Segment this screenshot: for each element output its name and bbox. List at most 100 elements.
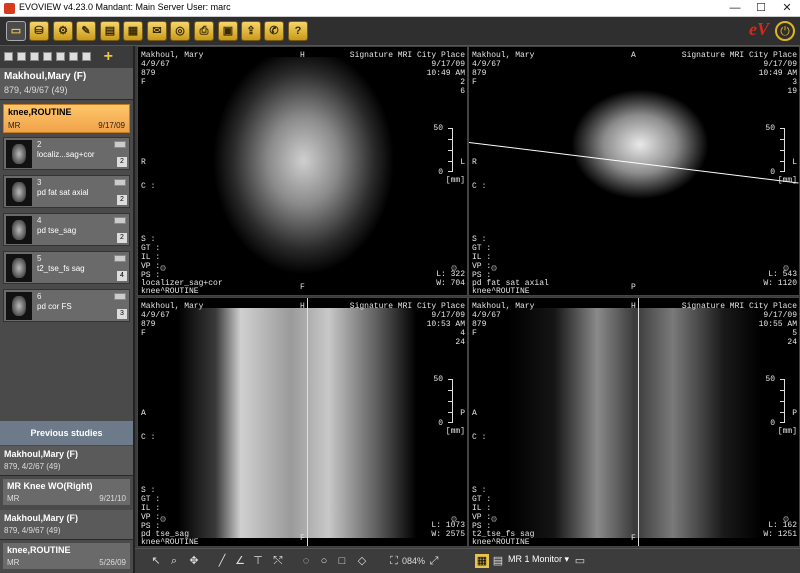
- monitor-select[interactable]: MR 1 Monitor ▾: [508, 554, 569, 565]
- maximize-button[interactable]: ☐: [748, 0, 774, 16]
- previous-study[interactable]: MR Knee WO(Right) MR 9/21/10: [3, 479, 130, 505]
- series-item[interactable]: 5 t2_tse_fs sag 4: [3, 251, 130, 284]
- gear-icon[interactable]: ⚙: [491, 265, 497, 275]
- overlay-gt: GT :: [472, 495, 492, 504]
- previous-patient-name: Makhoul,Mary (F): [4, 513, 79, 523]
- patient-info: 879, 4/9/67 (49): [4, 85, 68, 95]
- viewport-3[interactable]: Makhoul, Mary 4/9/67 879 F H F A C : Signature M…: [137, 297, 468, 547]
- viewport-2[interactable]: Makhoul, Mary 4/9/67 879 F A P R C : Signature M…: [468, 46, 800, 296]
- gear-icon[interactable]: ⚙: [160, 516, 166, 526]
- study-date: 9/17/09: [98, 121, 125, 130]
- viewer-icon[interactable]: ▭: [6, 21, 26, 41]
- gear-icon[interactable]: ⚙: [160, 265, 166, 275]
- patient-header[interactable]: Makhoul,Mary (F) 879, 4/9/67 (49): [0, 68, 133, 100]
- fullscreen-icon[interactable]: ⤢: [427, 554, 441, 568]
- overlay-image-number: 24: [455, 338, 465, 347]
- film-icon[interactable]: ▣: [218, 21, 238, 41]
- patient-name: Makhoul,Mary (F): [4, 71, 87, 82]
- layout-custom-icon[interactable]: [82, 52, 91, 61]
- gear-icon[interactable]: ⚙: [451, 265, 457, 275]
- print-icon[interactable]: ⎙: [194, 21, 214, 41]
- help-icon-glyph: ?: [294, 25, 302, 37]
- overlay-time: 10:53 AM: [426, 320, 465, 329]
- overlay-image-number: 19: [787, 87, 797, 96]
- scale-bottom-label: 0: [438, 419, 443, 428]
- gear-icon[interactable]: ⚙: [491, 516, 497, 526]
- overlay-sex: F: [141, 78, 146, 87]
- layout-1x1-icon[interactable]: [4, 52, 13, 61]
- overlay-sex: F: [472, 78, 477, 87]
- series-thumbnail: [6, 178, 32, 206]
- freehand-icon[interactable]: ◌: [299, 554, 313, 568]
- layout-1x2-icon[interactable]: [17, 52, 26, 61]
- stack-icon[interactable]: ▤: [491, 554, 505, 568]
- gear-icon[interactable]: ⚙: [783, 516, 789, 526]
- orientation-right: P: [460, 409, 465, 418]
- pan-icon[interactable]: ✥: [187, 554, 201, 568]
- help-icon[interactable]: ?: [288, 21, 308, 41]
- previous-study[interactable]: knee,ROUTINE MR 5/26/09: [3, 543, 130, 569]
- fit-icon[interactable]: ⛶: [387, 554, 401, 568]
- database-icon[interactable]: ⛁: [29, 21, 49, 41]
- overlay-date: 9/17/09: [763, 311, 797, 320]
- layout-4x4-icon[interactable]: [69, 52, 78, 61]
- add-icon[interactable]: +: [104, 48, 113, 66]
- close-button[interactable]: ✕: [774, 0, 800, 16]
- overlay-date: 9/17/09: [763, 60, 797, 69]
- layout-2x3-icon[interactable]: [43, 52, 52, 61]
- current-study[interactable]: knee,ROUTINE MR 9/17/09: [3, 104, 130, 133]
- title-bar: EVOVIEW v4.23.0 Mandant: Main Server Use…: [0, 0, 800, 17]
- report-icon[interactable]: ▦: [123, 21, 143, 41]
- minimize-button[interactable]: —: [722, 0, 748, 16]
- overlay-gt: GT :: [141, 495, 161, 504]
- arrow-icon[interactable]: ⤲: [271, 554, 285, 568]
- layout-3x3-icon[interactable]: [56, 52, 65, 61]
- overlay-dob: 4/9/67: [141, 60, 170, 69]
- orientation-right: L: [792, 158, 797, 167]
- overlay-patient-name: Makhoul, Mary: [472, 302, 535, 311]
- overlay-il: IL :: [472, 253, 492, 262]
- series-item[interactable]: 4 pd tse_sag 2: [3, 213, 130, 246]
- grid-layout-icon[interactable]: ▦: [475, 554, 489, 568]
- overlay-study-name: knee^ROUTINE: [141, 538, 199, 547]
- clipboard-icon[interactable]: ▤: [100, 21, 120, 41]
- pointer-icon[interactable]: ↖: [149, 554, 163, 568]
- zoom-icon[interactable]: ⌕: [167, 554, 181, 568]
- text-icon[interactable]: ⊤: [251, 554, 265, 568]
- settings-icon[interactable]: ⚙: [53, 21, 73, 41]
- cd-icon[interactable]: ◎: [170, 21, 190, 41]
- series-item[interactable]: 2 localiz...sag+cor 2: [3, 137, 130, 170]
- previous-study-block: Makhoul,Mary (F) 879, 4/2/67 (49) MR Knee …: [0, 446, 133, 508]
- overlay-sex: F: [472, 329, 477, 338]
- send-icon[interactable]: ✉: [147, 21, 167, 41]
- export-icon[interactable]: ⇪: [241, 21, 261, 41]
- rectangle-icon[interactable]: □: [335, 554, 349, 568]
- layout-2x2-icon[interactable]: [30, 52, 39, 61]
- overlay-date: 9/17/09: [431, 60, 465, 69]
- series-preview-icon: [114, 217, 126, 224]
- overlay-vp: VP :: [472, 262, 492, 271]
- layout-bar: +: [0, 46, 133, 68]
- viewport-4[interactable]: Makhoul, Mary 4/9/67 879 F H F A C : Signature M…: [468, 297, 800, 547]
- viewport-1[interactable]: Makhoul, Mary 4/9/67 879 F H F R C : Signature M…: [137, 46, 468, 296]
- scale-bar: [448, 379, 453, 423]
- previous-studies-header: Previous studies: [0, 421, 133, 445]
- ellipse-icon[interactable]: ○: [317, 554, 331, 568]
- previous-patient[interactable]: Makhoul,Mary (F) 879, 4/2/67 (49): [0, 446, 133, 476]
- power-button[interactable]: ⏻: [775, 21, 795, 41]
- monitor-icon[interactable]: ▭: [573, 554, 587, 568]
- series-item[interactable]: 6 pd cor FS 3: [3, 289, 130, 322]
- zoom-level: 084%: [402, 556, 426, 566]
- scale-top-label: 50: [765, 124, 775, 133]
- previous-patient[interactable]: Makhoul,Mary (F) 879, 4/9/67 (49): [0, 510, 133, 540]
- send-icon-glyph: ✉: [152, 25, 162, 37]
- series-item[interactable]: 3 pd fat sat axial 2: [3, 175, 130, 208]
- polygon-icon[interactable]: ◇: [355, 554, 369, 568]
- gear-icon[interactable]: ⚙: [783, 265, 789, 275]
- previous-study-block: Makhoul,Mary (F) 879, 4/9/67 (49) knee,ROU…: [0, 510, 133, 572]
- tools-icon[interactable]: ✎: [76, 21, 96, 41]
- chat-icon[interactable]: ✆: [264, 21, 284, 41]
- angle-icon[interactable]: ∠: [233, 554, 247, 568]
- line-icon[interactable]: ╱: [215, 554, 229, 568]
- gear-icon[interactable]: ⚙: [451, 516, 457, 526]
